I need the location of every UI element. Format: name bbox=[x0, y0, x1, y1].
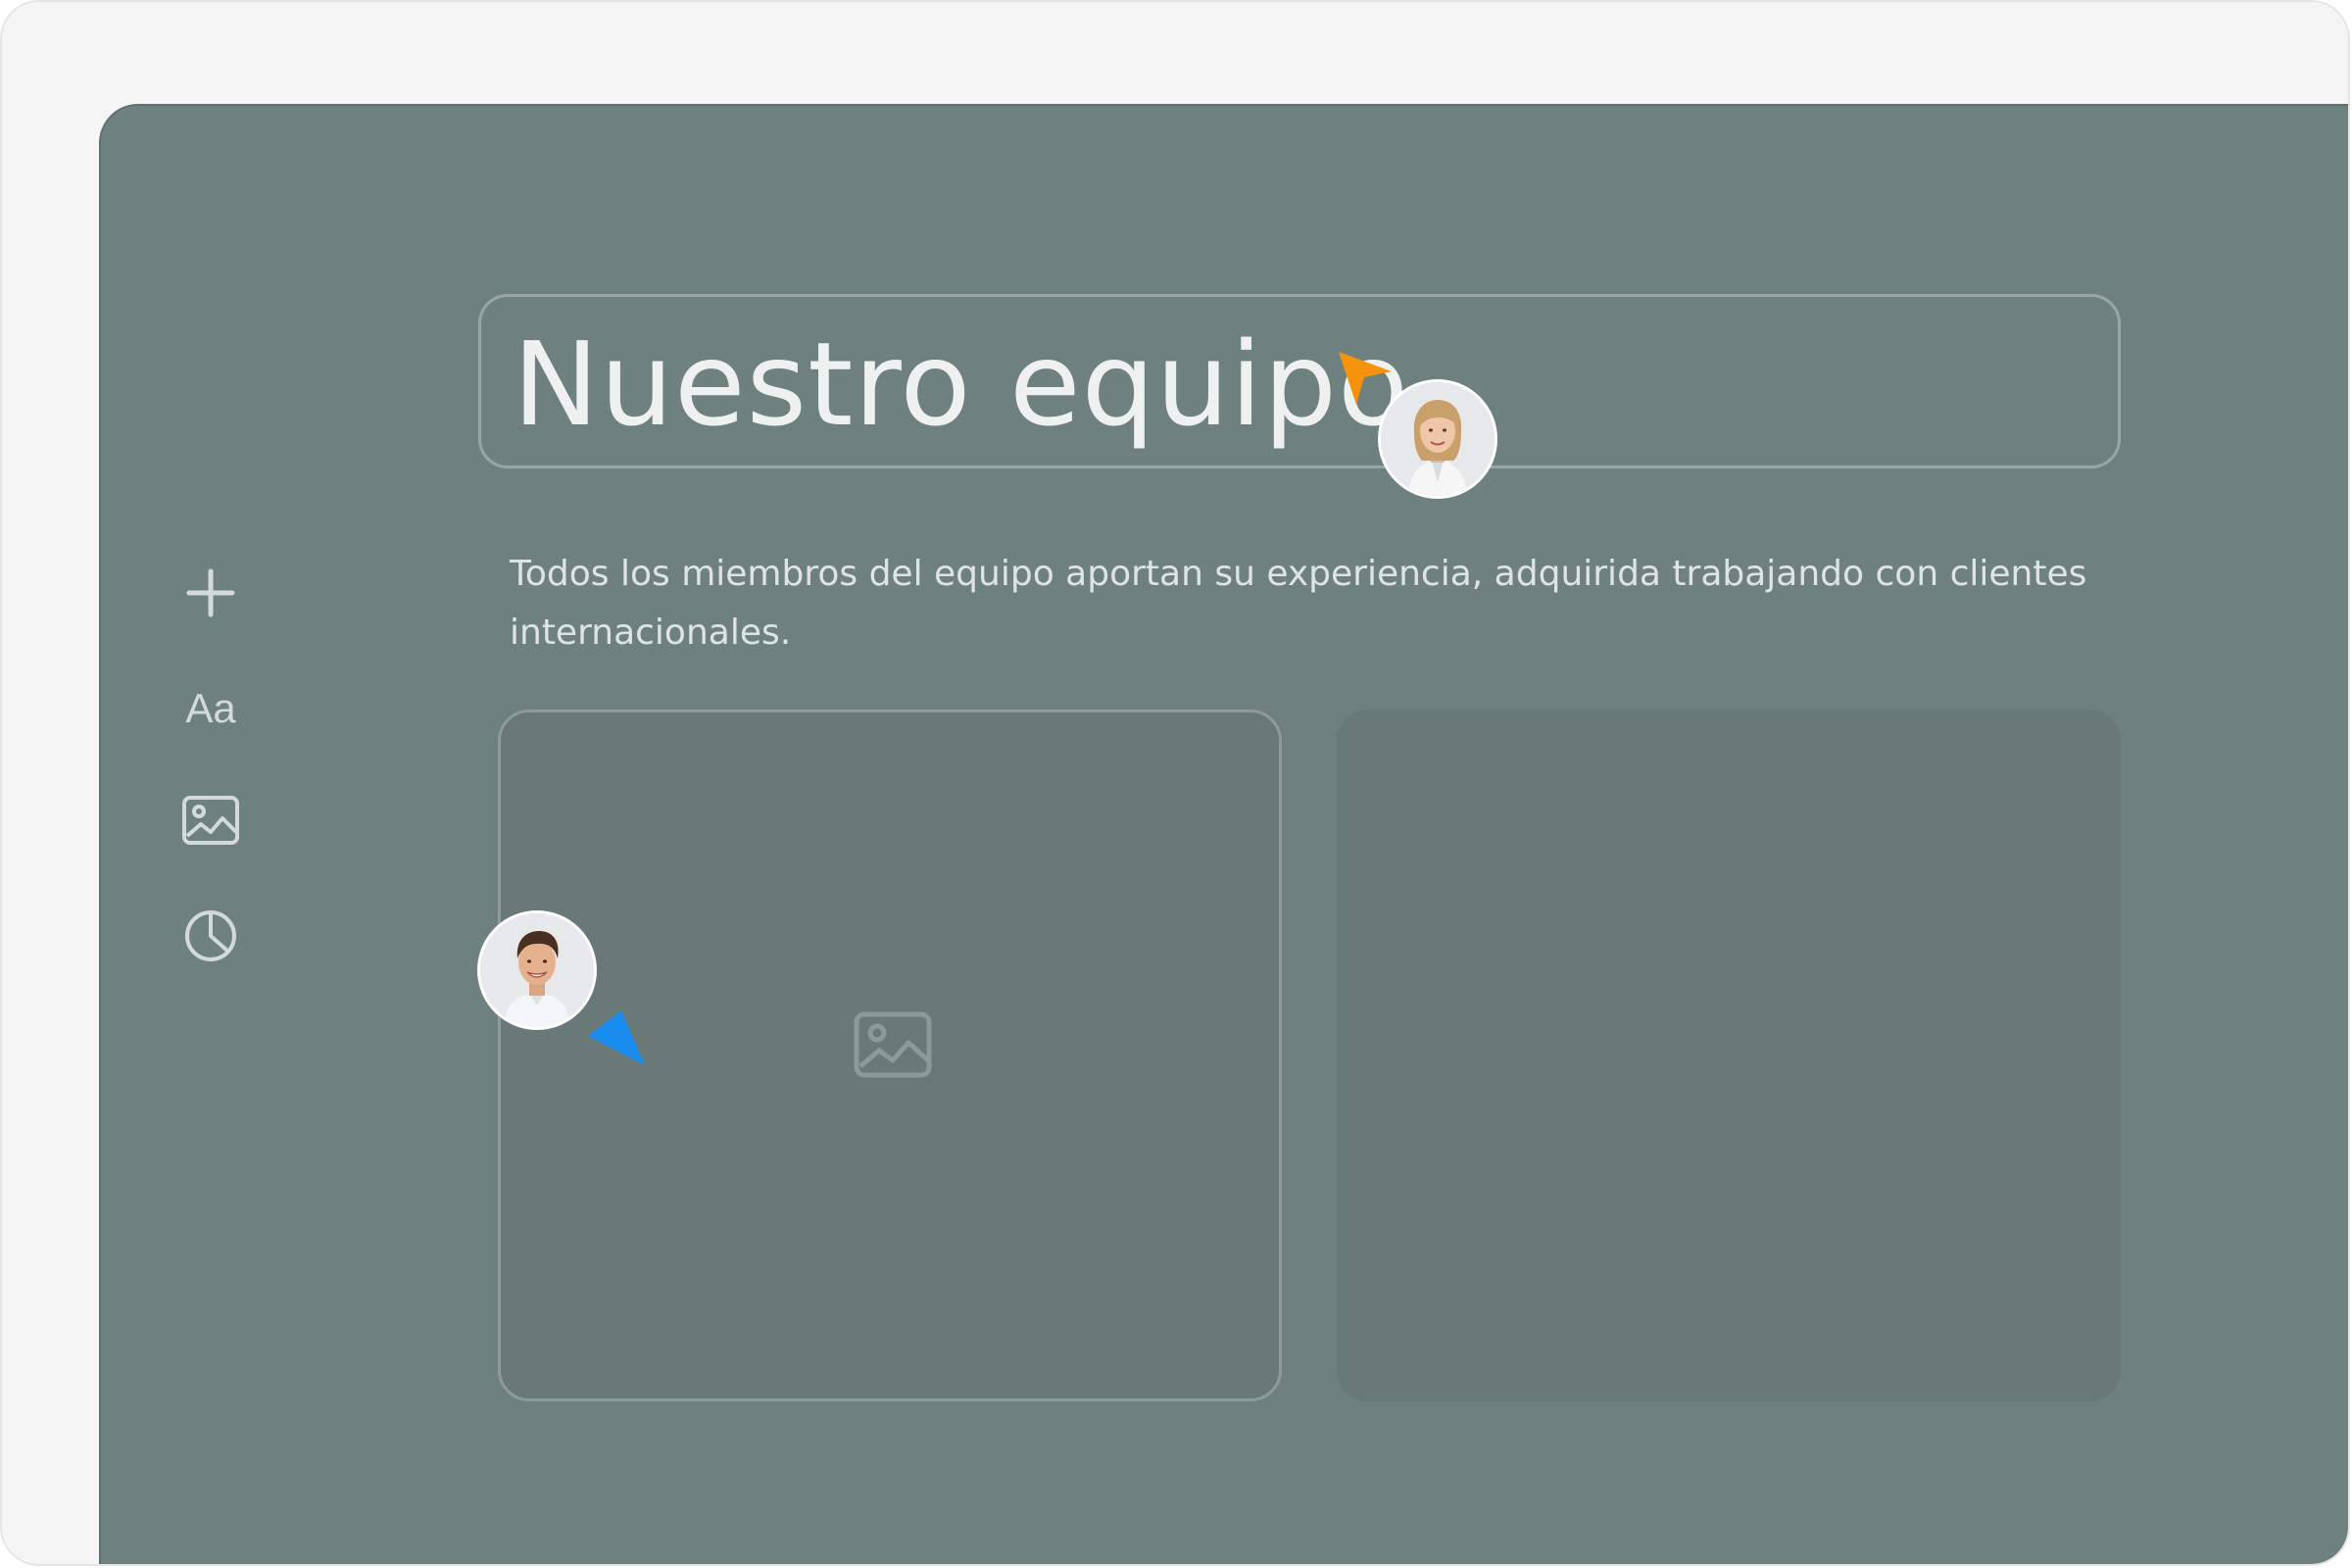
text-tool-button[interactable]: Aa bbox=[176, 674, 245, 743]
content-card[interactable] bbox=[1337, 710, 2121, 1401]
pie-chart-icon bbox=[185, 910, 236, 961]
slide-title[interactable]: Nuestro equipo bbox=[513, 317, 1409, 452]
image-icon bbox=[854, 1011, 932, 1078]
avatar-collaborator-woman[interactable] bbox=[1378, 379, 1497, 499]
chart-tool-button[interactable] bbox=[176, 902, 245, 970]
avatar-man-picture bbox=[480, 913, 594, 1027]
collaborator-cursor-blue bbox=[588, 1010, 645, 1065]
collaborator-cursor-orange bbox=[1339, 352, 1392, 405]
avatar-woman-picture bbox=[1381, 382, 1494, 496]
image-icon bbox=[182, 796, 239, 845]
image-tool-button[interactable] bbox=[176, 786, 245, 855]
plus-icon bbox=[186, 568, 235, 617]
image-placeholder[interactable] bbox=[854, 1011, 932, 1083]
add-button[interactable] bbox=[176, 559, 245, 627]
text-tool-label: Aa bbox=[185, 685, 236, 731]
slide-description[interactable]: Todos los miembros del equipo aportan su… bbox=[510, 545, 2117, 662]
avatar-collaborator-man[interactable] bbox=[477, 910, 597, 1030]
title-textbox[interactable]: Nuestro equipo bbox=[478, 294, 2121, 468]
